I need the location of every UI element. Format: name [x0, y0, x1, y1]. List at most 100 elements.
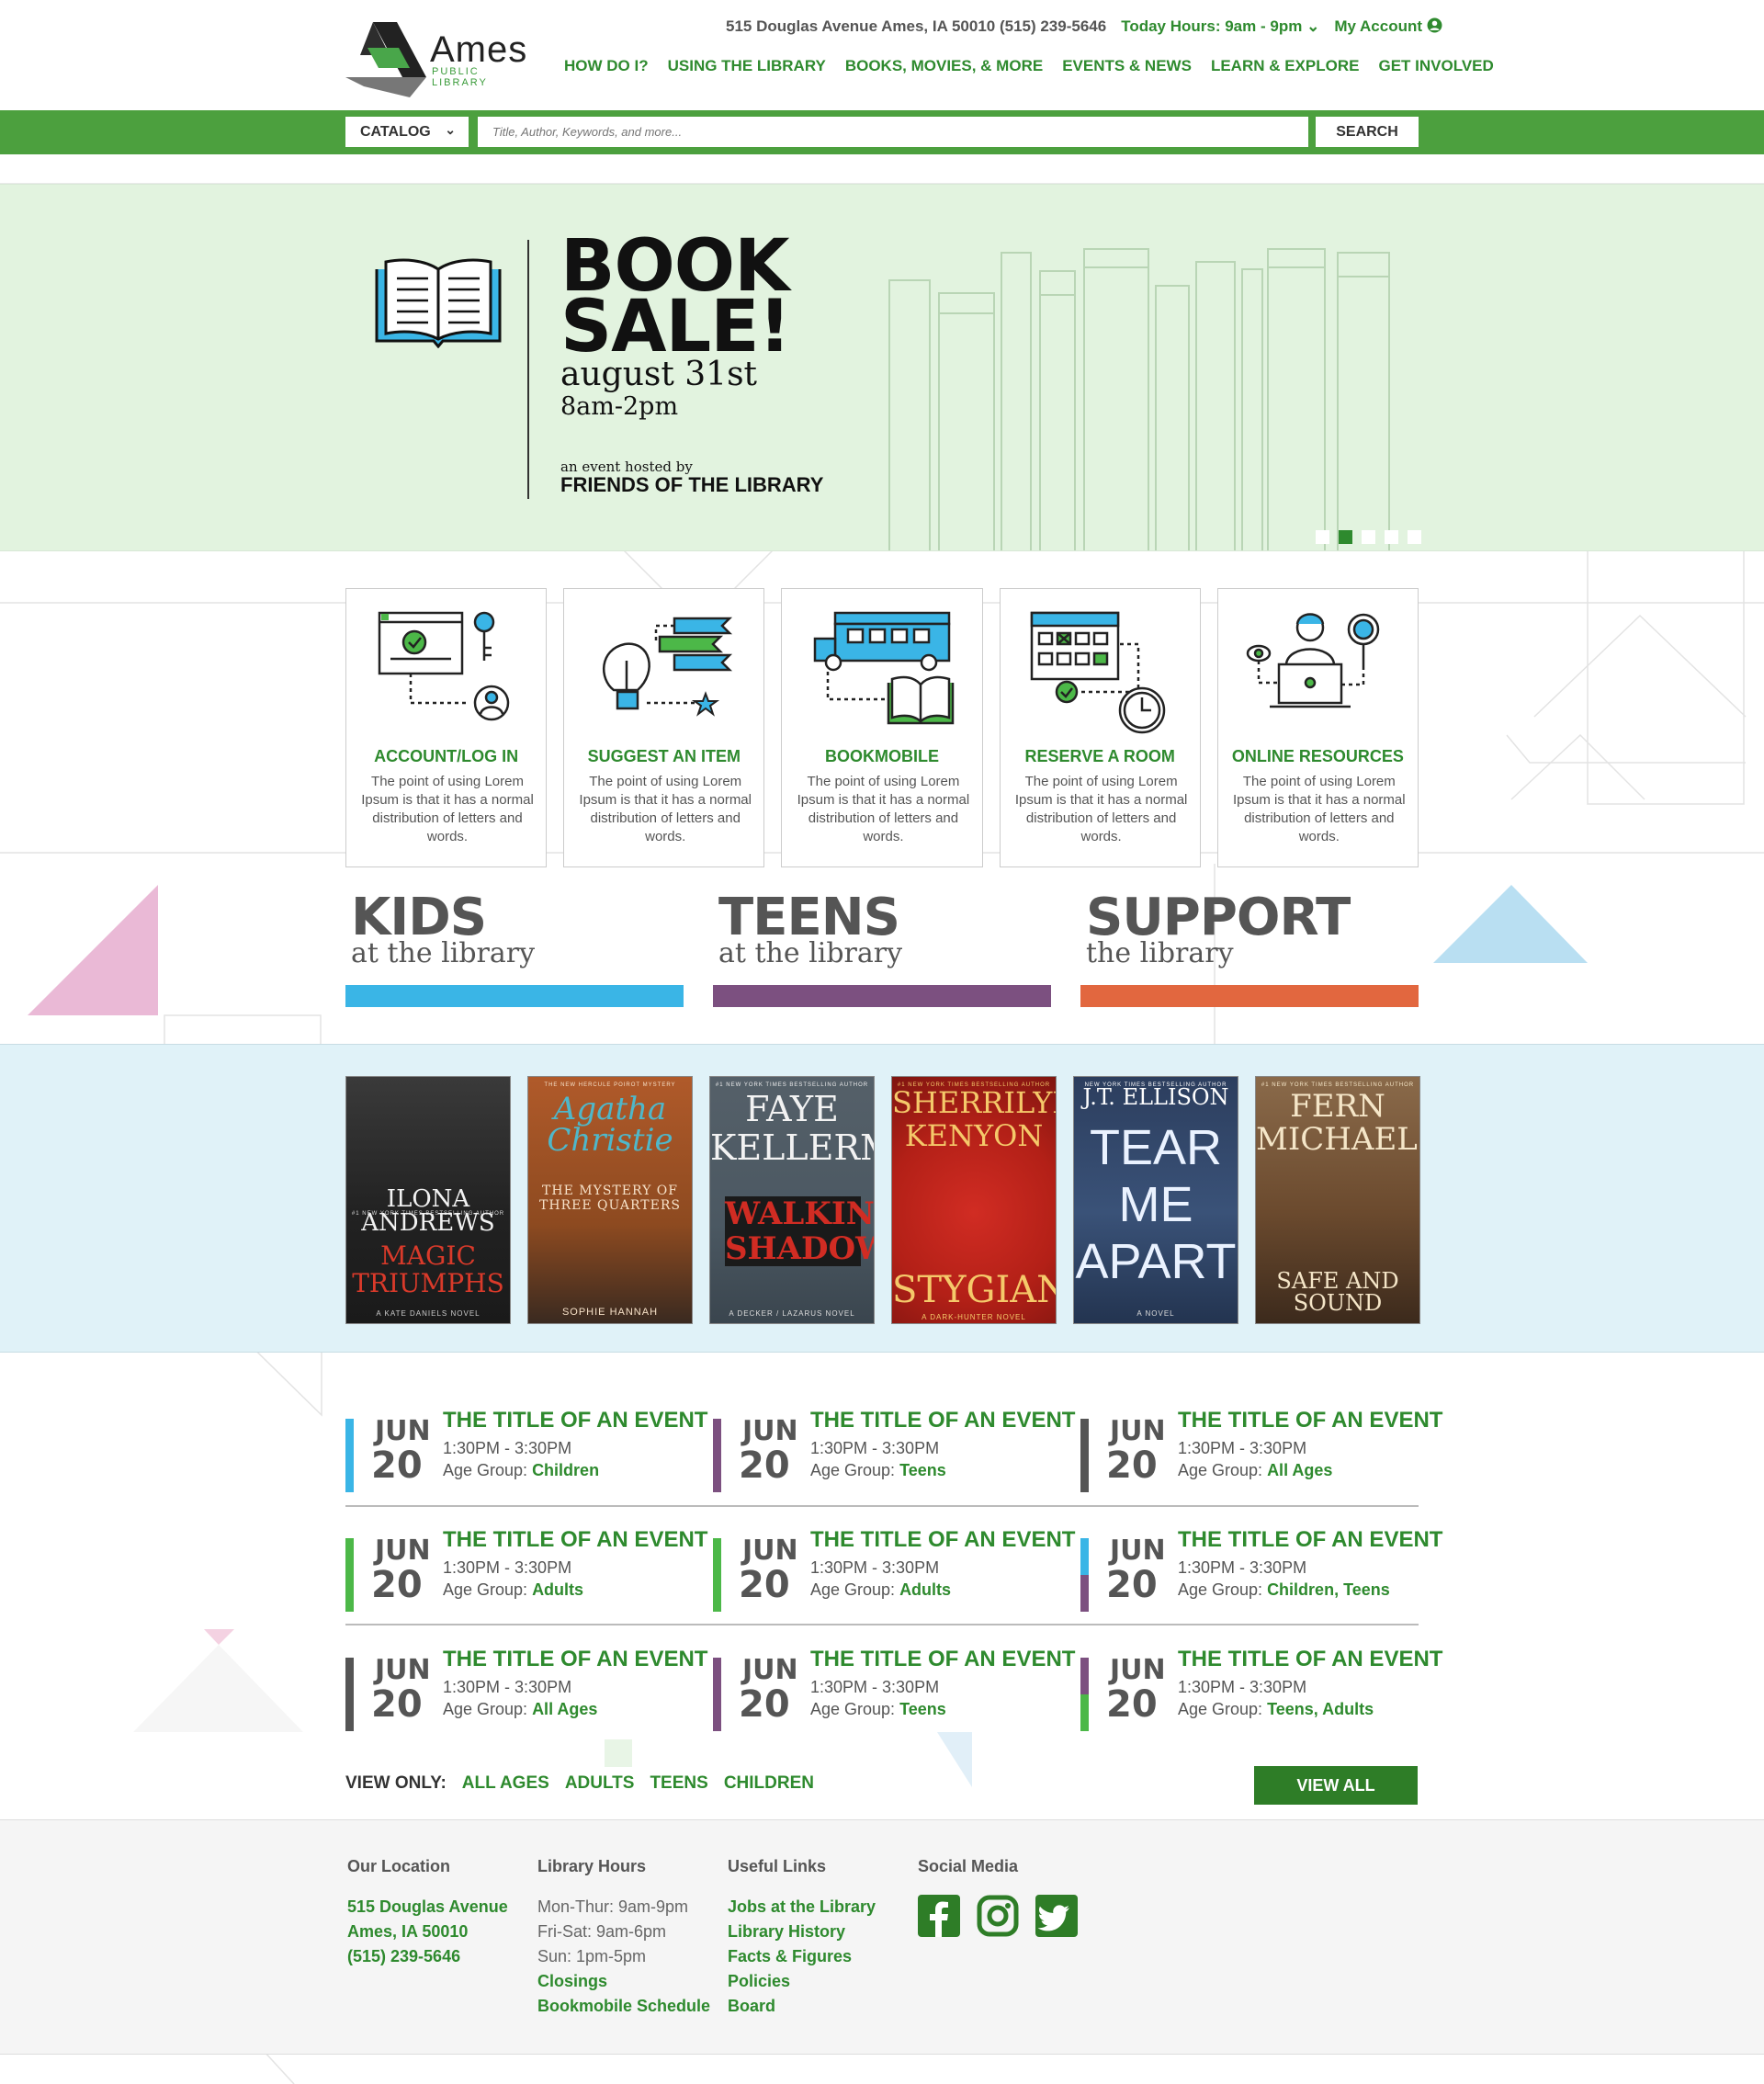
event-age-value: Children, Teens: [1267, 1580, 1390, 1599]
instagram-icon[interactable]: [977, 1895, 1019, 1937]
book-author-secondary: SOPHIE HANNAH: [561, 1307, 659, 1318]
twitter-icon[interactable]: [1035, 1895, 1078, 1937]
nav-using-the-library[interactable]: USING THE LIBRARY: [668, 57, 826, 75]
card-account-login[interactable]: ACCOUNT/LOG IN The point of using Lorem …: [345, 588, 548, 867]
section-support[interactable]: SUPPORT the library: [1080, 888, 1419, 1007]
event-age-stripe-segment: [1080, 1694, 1089, 1731]
event-day: 20: [739, 1683, 790, 1726]
book-title: THE MYSTERY OF THREE QUARTERS: [539, 1184, 681, 1213]
card-bookmobile[interactable]: BOOKMOBILE The point of using Lorem Ipsu…: [781, 588, 983, 867]
footer-link-history[interactable]: Library History: [728, 1920, 876, 1944]
nav-learn-explore[interactable]: LEARN & EXPLORE: [1211, 57, 1360, 75]
event-age-stripe-segment: [1080, 1575, 1089, 1612]
hero-host: FRIENDS OF THE LIBRARY: [560, 473, 824, 496]
search-button[interactable]: SEARCH: [1316, 117, 1419, 147]
event-row-divider: [345, 1624, 1419, 1625]
card-reserve-room[interactable]: RESERVE A ROOM The point of using Lorem …: [999, 588, 1201, 867]
today-hours-label: Today Hours: 9am - 9pm: [1121, 17, 1303, 35]
book-cover[interactable]: #1 NEW YORK TIMES BESTSELLING AUTHOR SHE…: [891, 1076, 1057, 1324]
section-kids[interactable]: KIDS at the library: [345, 888, 684, 1007]
hero-date: august 31st: [560, 356, 758, 393]
search-input[interactable]: [478, 117, 1308, 147]
event-item[interactable]: JUN 20 THE TITLE OF AN EVENT 1:30PM - 3:30P…: [713, 1408, 1075, 1496]
filter-adults[interactable]: ADULTS: [565, 1773, 635, 1794]
my-account-link[interactable]: My Account: [1334, 17, 1442, 36]
footer-address-line[interactable]: 515 Douglas Avenue: [347, 1895, 508, 1920]
card-text: The point of using Lorem Ipsum is that i…: [1014, 774, 1188, 844]
nav-how-do-i[interactable]: HOW DO I?: [564, 57, 649, 75]
book-cover[interactable]: #1 NEW YORK TIMES BESTSELLING AUTHOR FAY…: [709, 1076, 875, 1324]
card-online-resources[interactable]: ONLINE RESOURCES The point of using Lore…: [1216, 588, 1419, 867]
event-day: 20: [1106, 1564, 1158, 1606]
filter-teens[interactable]: TEENS: [650, 1773, 707, 1794]
featured-books: #1 NEW YORK TIMES BESTSELLING AUTHOR ILO…: [0, 1044, 1764, 1353]
event-time: 1:30PM - 3:30PM: [810, 1678, 940, 1696]
card-suggest-item[interactable]: SUGGEST AN ITEM The point of using Lorem…: [563, 588, 765, 867]
footer-hours-line: Fri-Sat: 9am-6pm: [537, 1922, 667, 1941]
hero-slide-dot[interactable]: [1362, 530, 1375, 544]
hero-slide-dot[interactable]: [1408, 530, 1421, 544]
footer-link-closings[interactable]: Closings: [537, 1969, 710, 1994]
event-age-value: Teens: [899, 1700, 946, 1718]
book-tagline: THE NEW HERCULE POIROT MYSTERY: [544, 1082, 676, 1088]
footer-heading: Social Media: [918, 1857, 1019, 1875]
event-age-value: Children: [532, 1461, 600, 1479]
library-logo[interactable]: Ames PUBLIC LIBRARY: [345, 22, 538, 99]
section-subtitle: at the library: [351, 937, 536, 969]
book-author: ILONA ANDREWS: [361, 1185, 495, 1237]
event-item[interactable]: JUN 20 THE TITLE OF AN EVENT 1:30PM - 3:30P…: [1080, 1647, 1442, 1735]
hero-slide-dot[interactable]: [1339, 530, 1352, 544]
event-day: 20: [739, 1444, 790, 1487]
book-cover[interactable]: #1 NEW YORK TIMES BESTSELLING AUTHOR ILO…: [345, 1076, 511, 1324]
footer-address-line[interactable]: Ames, IA 50010: [347, 1920, 508, 1944]
event-item[interactable]: JUN 20 THE TITLE OF AN EVENT 1:30PM - 3:30P…: [345, 1408, 707, 1496]
book-cover[interactable]: NEW YORK TIMES BESTSELLING AUTHOR J.T. E…: [1073, 1076, 1238, 1324]
filter-all-ages[interactable]: ALL AGES: [462, 1773, 549, 1794]
event-age-stripe-segment: [713, 1658, 721, 1731]
event-age-group: Age Group: Adults: [810, 1580, 951, 1600]
search-scope-select[interactable]: CATALOG ⌄: [345, 117, 469, 147]
event-month: JUN: [375, 1535, 431, 1567]
user-circle-icon: [1427, 17, 1442, 33]
search-scope-value: CATALOG: [360, 124, 431, 140]
service-cards: ACCOUNT/LOG IN The point of using Lorem …: [345, 588, 1419, 867]
footer-link-board[interactable]: Board: [728, 1994, 876, 2019]
event-age-group: Age Group: All Ages: [443, 1700, 597, 1719]
hero-slide-dot[interactable]: [1316, 530, 1329, 544]
footer-link-jobs[interactable]: Jobs at the Library: [728, 1895, 876, 1920]
book-cover[interactable]: THE NEW HERCULE POIROT MYSTERY Agatha Ch…: [527, 1076, 693, 1324]
event-time: 1:30PM - 3:30PM: [810, 1439, 940, 1457]
facebook-icon[interactable]: [918, 1895, 960, 1937]
nav-books-movies-more[interactable]: BOOKS, MOVIES, & MORE: [845, 57, 1043, 75]
view-all-button[interactable]: VIEW ALL: [1254, 1766, 1418, 1805]
event-item[interactable]: JUN 20 THE TITLE OF AN EVENT 1:30PM - 3:30P…: [1080, 1408, 1442, 1496]
event-age-stripe-segment: [1080, 1538, 1089, 1575]
event-age-group: Age Group: Adults: [443, 1580, 583, 1600]
event-item[interactable]: JUN 20 THE TITLE OF AN EVENT 1:30PM - 3:30P…: [345, 1527, 707, 1615]
event-age-stripe-segment: [713, 1538, 721, 1612]
nav-get-involved[interactable]: GET INVOLVED: [1378, 57, 1493, 75]
section-teens[interactable]: TEENS at the library: [713, 888, 1051, 1007]
event-item[interactable]: JUN 20 THE TITLE OF AN EVENT 1:30PM - 3:30P…: [713, 1527, 1075, 1615]
event-age-label: Age Group:: [810, 1580, 900, 1599]
event-age-label: Age Group:: [443, 1580, 533, 1599]
event-item[interactable]: JUN 20 THE TITLE OF AN EVENT 1:30PM - 3:30P…: [345, 1647, 707, 1735]
event-item[interactable]: JUN 20 THE TITLE OF AN EVENT 1:30PM - 3:30P…: [713, 1647, 1075, 1735]
event-filters: VIEW ONLY: ALL AGES ADULTS TEENS CHILDRE…: [345, 1773, 814, 1794]
footer-link-bookmobile-schedule[interactable]: Bookmobile Schedule: [537, 1994, 710, 2019]
event-age-stripe: [345, 1419, 354, 1492]
nav-events-news[interactable]: EVENTS & NEWS: [1062, 57, 1192, 75]
today-hours-dropdown[interactable]: Today Hours: 9am - 9pm ⌄: [1121, 17, 1319, 36]
event-item[interactable]: JUN 20 THE TITLE OF AN EVENT 1:30PM - 3:30P…: [1080, 1527, 1442, 1615]
footer-link-facts[interactable]: Facts & Figures: [728, 1944, 876, 1969]
book-cover[interactable]: #1 NEW YORK TIMES BESTSELLING AUTHOR FER…: [1255, 1076, 1420, 1324]
filter-children[interactable]: CHILDREN: [724, 1773, 814, 1794]
section-color-bar: [1080, 985, 1419, 1007]
calendar-icon: [1030, 611, 1165, 734]
book-title: TEAR ME APART: [1075, 1120, 1237, 1289]
event-month: JUN: [375, 1654, 431, 1686]
hero-banner[interactable]: BOOK SALE! august 31st 8am-2pm an event …: [0, 184, 1764, 551]
footer-phone[interactable]: (515) 239-5646: [347, 1944, 508, 1969]
footer-link-policies[interactable]: Policies: [728, 1969, 876, 1994]
hero-slide-dot[interactable]: [1385, 530, 1398, 544]
